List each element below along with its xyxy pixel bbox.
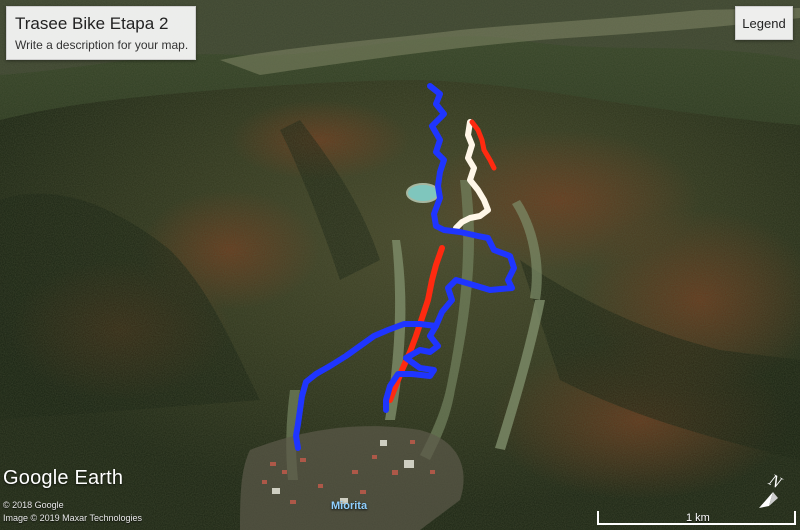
place-label[interactable]: Miorita [331, 500, 367, 512]
compass-letter: N [765, 470, 786, 493]
copyright-imagery: Image © 2019 Maxar Technologies [3, 513, 143, 523]
satellite-map[interactable] [0, 0, 800, 530]
map-description[interactable]: Write a description for your map. [15, 38, 188, 52]
google-earth-logo: Google Earth [3, 467, 124, 489]
legend-button[interactable]: Legend [735, 6, 793, 40]
map-title: Trasee Bike Etapa 2 [15, 14, 169, 33]
scale-label: 1 km [686, 512, 710, 524]
copyright-google: © 2018 Google [3, 500, 64, 510]
compass-icon[interactable]: N [756, 466, 790, 510]
map-title-card[interactable]: Trasee Bike Etapa 2 Write a description … [6, 6, 196, 60]
